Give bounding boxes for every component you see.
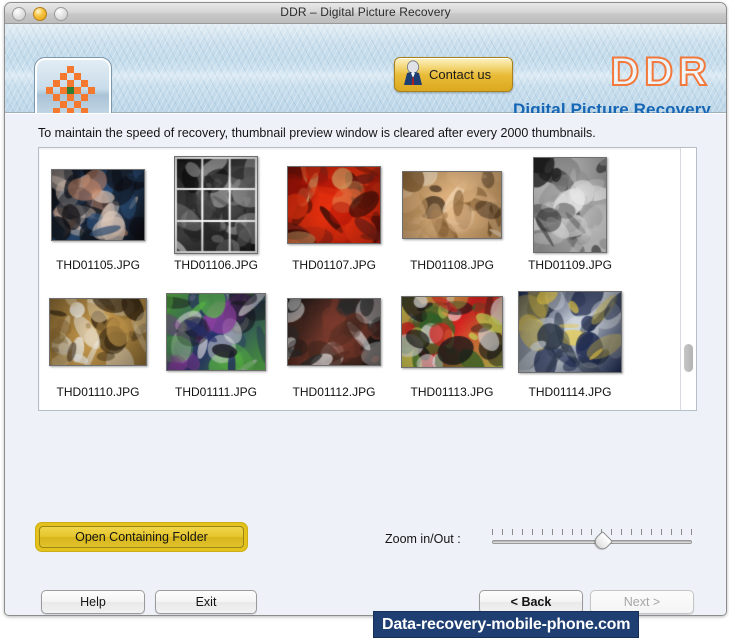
thumbnail-item[interactable]: THD01111.JPG (157, 279, 275, 406)
thumbnail-image-wrapper (157, 152, 275, 258)
thumbnail-image-wrapper (511, 279, 629, 385)
zoom-slider-tick (541, 529, 543, 535)
thumbnail-image (174, 156, 258, 254)
watermark-text: Data-recovery-mobile-phone.com (382, 615, 631, 633)
zoom-slider-tick (511, 529, 513, 535)
thumbnail-image-wrapper (393, 279, 511, 385)
thumbnail-image (401, 296, 503, 368)
zoom-slider-tick (591, 529, 593, 535)
thumbnail-filename: THD01113.JPG (410, 385, 494, 399)
ddr-logo: DDR (609, 50, 712, 94)
thumbnail-filename: THD01109.JPG (528, 258, 612, 272)
thumbnail-filename: THD01107.JPG (292, 258, 376, 272)
thumbnail-image-wrapper (393, 152, 511, 258)
thumbnail-image (287, 166, 381, 244)
zoom-slider-tick (670, 529, 672, 535)
thumbnail-item[interactable]: THD01106.JPG (157, 152, 275, 279)
thumbnail-item[interactable]: THD01107.JPG (275, 152, 393, 279)
thumbnail-image (402, 171, 502, 239)
thumbnail-filename: THD01114.JPG (528, 385, 612, 399)
thumbnail-item[interactable]: THD01105.JPG (39, 152, 157, 279)
zoom-slider-track[interactable] (492, 540, 692, 544)
thumbnail-filename: THD01111.JPG (174, 385, 258, 399)
thumbnail-filename: THD01112.JPG (292, 385, 376, 399)
person-icon (400, 59, 426, 91)
zoom-slider-tick (492, 529, 493, 535)
thumbnail-image-wrapper (511, 152, 629, 258)
zoom-slider-tick (611, 529, 613, 535)
thumbnail-grid: THD01105.JPG THD01106.JPG THD01107.JPG THD0… (39, 148, 680, 410)
thumbnail-item[interactable]: THD01109.JPG (511, 152, 629, 279)
zoom-slider-tick (660, 529, 662, 535)
thumbnail-filename: THD01105.JPG (56, 258, 140, 272)
zoom-slider-tick (680, 529, 682, 535)
zoom-slider-tick (571, 529, 573, 535)
thumbnail-item[interactable]: THD01113.JPG (393, 279, 511, 406)
zoom-slider-tick (521, 529, 523, 535)
zoom-slider-ticks (492, 529, 692, 535)
thumbnail-image (287, 298, 381, 366)
zoom-slider-tick (531, 529, 533, 535)
thumbnail-item[interactable]: THD01114.JPG (511, 279, 629, 406)
thumbnail-image (518, 291, 622, 373)
thumbnail-scrollbar[interactable] (680, 148, 696, 410)
zoom-slider-tick (561, 529, 563, 535)
zoom-slider-tick (501, 529, 503, 535)
thumbnail-filename: THD01106.JPG (174, 258, 258, 272)
scrollbar-thumb[interactable] (684, 344, 693, 372)
thumbnail-image (533, 157, 607, 253)
thumbnail-preview-panel: THD01105.JPG THD01106.JPG THD01107.JPG THD0… (38, 147, 697, 411)
app-header-banner: Contact us DDR Digital Picture Recovery (5, 24, 726, 127)
zoom-slider-tick (631, 529, 633, 535)
zoom-slider-tick (621, 529, 623, 535)
zoom-slider-tick (641, 529, 643, 535)
thumbnail-item[interactable]: THD01112.JPG (275, 279, 393, 406)
thumbnail-image (51, 169, 145, 241)
thumbnail-filename: THD01110.JPG (56, 385, 140, 399)
thumbnail-image-wrapper (275, 152, 393, 258)
thumbnail-image-wrapper (39, 279, 157, 385)
thumbnail-image-wrapper (39, 152, 157, 258)
site-watermark: Data-recovery-mobile-phone.com (373, 611, 640, 638)
zoom-slider-label: Zoom in/Out : (385, 532, 461, 546)
zoom-slider-tick (551, 529, 553, 535)
zoom-slider-tick (581, 529, 583, 535)
zoom-slider-tick (651, 529, 652, 535)
thumbnail-notice: To maintain the speed of recovery, thumb… (38, 126, 596, 140)
thumbnail-image-wrapper (275, 279, 393, 385)
thumbnail-image-wrapper (157, 279, 275, 385)
thumbnail-image (166, 293, 266, 371)
thumbnail-item[interactable]: THD01110.JPG (39, 279, 157, 406)
contact-us-label: Contact us (429, 67, 492, 82)
thumbnail-filename: THD01108.JPG (410, 258, 494, 272)
open-containing-folder-button[interactable]: Open Containing Folder (36, 523, 247, 551)
title-bar: DDR – Digital Picture Recovery (5, 3, 726, 24)
zoom-slider[interactable] (492, 529, 692, 553)
thumbnail-item[interactable]: THD01108.JPG (393, 152, 511, 279)
exit-button[interactable]: Exit (155, 590, 257, 614)
contact-us-button[interactable]: Contact us (394, 57, 513, 92)
application-window: DDR – Digital Picture Recovery Contact u… (4, 2, 727, 616)
open-containing-folder-label: Open Containing Folder (39, 526, 244, 548)
main-content: To maintain the speed of recovery, thumb… (5, 113, 726, 615)
zoom-slider-tick (690, 529, 692, 535)
app-root: DDR – Digital Picture Recovery Contact u… (0, 0, 729, 640)
window-title: DDR – Digital Picture Recovery (280, 5, 451, 19)
help-button[interactable]: Help (41, 590, 145, 614)
thumbnail-image (49, 298, 147, 366)
zoom-slider-thumb[interactable] (595, 534, 610, 549)
